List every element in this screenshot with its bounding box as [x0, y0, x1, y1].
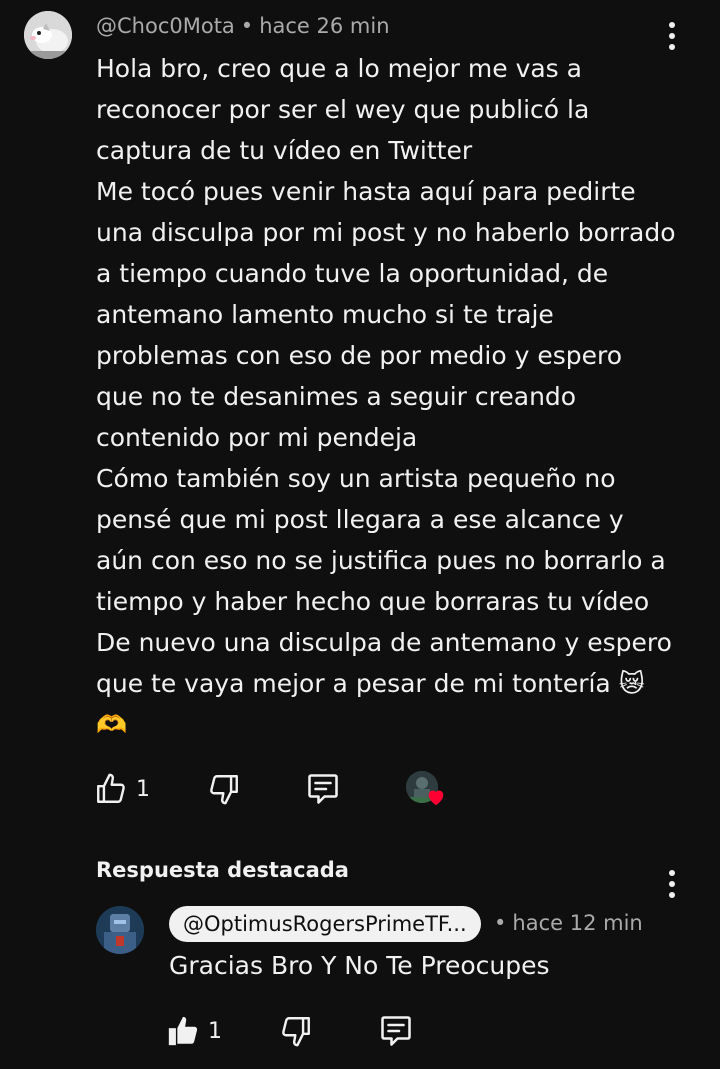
comment-author[interactable]: @Choc0Mota — [96, 14, 235, 38]
like-count: 1 — [136, 776, 150, 802]
reply-button[interactable] — [305, 771, 341, 811]
like-button[interactable]: 1 — [94, 770, 150, 808]
meta-separator: • — [494, 911, 507, 935]
comment-meta: @Choc0Mota • hace 26 min — [96, 14, 390, 38]
comment-icon — [381, 1016, 411, 1046]
reply-text: Gracias Bro Y No Te Preocupes — [169, 951, 550, 980]
reply-author-handle[interactable]: @OptimusRogersPrimeTF... — [169, 906, 481, 942]
creator-heart-icon — [428, 790, 444, 806]
reply-menu-button[interactable] — [660, 868, 684, 900]
comment-author-avatar[interactable] — [24, 11, 72, 59]
comment-text: Hola bro, creo que a lo mejor me vas a r… — [96, 54, 676, 739]
meta-separator: • — [240, 14, 254, 38]
dislike-button[interactable] — [207, 772, 241, 810]
more-vertical-icon — [669, 22, 675, 28]
comment-icon — [308, 774, 338, 804]
reply-dislike-button[interactable] — [279, 1014, 313, 1052]
reply-like-button[interactable]: 1 — [166, 1012, 222, 1050]
thumbs-down-outline-icon — [210, 775, 238, 805]
comment-time: hace 26 min — [259, 14, 390, 38]
highlighted-reply-label: Respuesta destacada — [96, 858, 349, 882]
thumbs-up-filled-icon — [168, 1016, 198, 1046]
reply-like-count: 1 — [208, 1018, 222, 1044]
robot-avatar-icon — [96, 906, 144, 954]
reply-meta: • hace 12 min — [494, 911, 643, 935]
possum-avatar-icon — [24, 11, 72, 59]
reply-time: hace 12 min — [512, 911, 643, 935]
thumbs-up-outline-icon — [97, 773, 125, 803]
thumbs-down-outline-icon — [282, 1017, 310, 1047]
reply-author-avatar[interactable] — [96, 906, 144, 954]
creator-heart — [406, 771, 446, 809]
more-vertical-icon — [669, 870, 675, 876]
reply-reply-button[interactable] — [378, 1013, 414, 1053]
